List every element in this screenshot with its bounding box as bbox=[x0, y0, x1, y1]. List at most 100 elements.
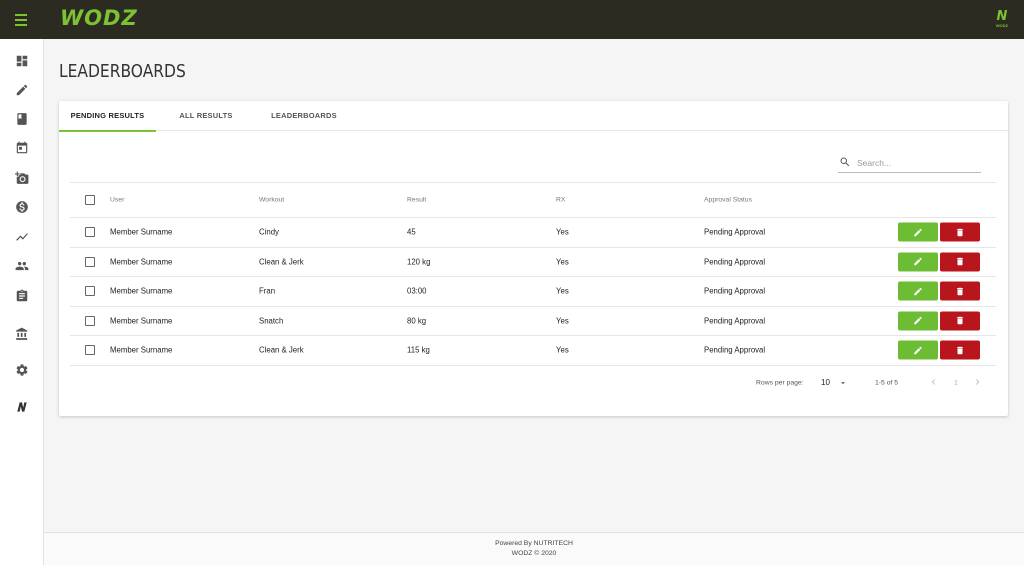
cell-user: Member Surname bbox=[110, 316, 173, 326]
table-row: Member Surname Fran 03:00 Yes Pending Ap… bbox=[70, 277, 996, 307]
cell-result: 03:00 bbox=[407, 286, 427, 296]
cell-rx: Yes bbox=[556, 286, 569, 296]
column-header-rx[interactable]: RX bbox=[556, 197, 565, 204]
hamburger-menu-icon[interactable] bbox=[10, 11, 32, 29]
cell-user: Member Surname bbox=[110, 257, 173, 267]
clipboard-icon[interactable] bbox=[14, 288, 30, 304]
row-checkbox[interactable] bbox=[85, 286, 95, 297]
dollar-icon[interactable] bbox=[14, 199, 30, 215]
cell-workout: Fran bbox=[259, 286, 276, 296]
pencil-icon[interactable] bbox=[14, 82, 30, 98]
edit-button[interactable] bbox=[898, 281, 938, 301]
people-icon[interactable] bbox=[14, 258, 30, 274]
book-icon[interactable] bbox=[14, 111, 30, 127]
cell-user: Member Surname bbox=[110, 345, 173, 355]
tab-bar: PENDING RESULTS ALL RESULTS LEADERBOARDS bbox=[59, 101, 1008, 132]
table-header-row: User Workout Result RX Approval Status bbox=[70, 183, 996, 218]
top-app-bar: WODZ N WODZ bbox=[0, 0, 1024, 39]
search-field bbox=[838, 153, 981, 173]
edit-button[interactable] bbox=[898, 252, 938, 272]
cell-approval-status: Pending Approval bbox=[704, 316, 766, 326]
page-title: LEADERBOARDS bbox=[59, 61, 186, 82]
add-photo-icon[interactable] bbox=[14, 170, 30, 186]
select-all-checkbox[interactable] bbox=[85, 195, 95, 205]
tab-leaderboards[interactable]: LEADERBOARDS bbox=[261, 101, 347, 131]
app-logo: WODZ bbox=[60, 6, 138, 30]
delete-button[interactable] bbox=[940, 222, 980, 242]
rows-per-page-value: 10 bbox=[821, 378, 830, 388]
settings-icon[interactable] bbox=[14, 362, 30, 378]
column-header-approval-status[interactable]: Approval Status bbox=[704, 197, 752, 204]
delete-button[interactable] bbox=[940, 252, 980, 272]
table-row: Member Surname Cindy 45 Yes Pending Appr… bbox=[70, 218, 996, 248]
row-checkbox[interactable] bbox=[85, 256, 95, 267]
trash-icon bbox=[957, 317, 963, 325]
delete-button[interactable] bbox=[940, 281, 980, 301]
trending-icon[interactable] bbox=[14, 229, 30, 245]
cell-approval-status: Pending Approval bbox=[704, 257, 766, 267]
prev-page-button[interactable] bbox=[928, 377, 939, 390]
cell-approval-status: Pending Approval bbox=[704, 227, 766, 237]
table-row: Member Surname Snatch 80 kg Yes Pending … bbox=[70, 307, 996, 336]
sidebar bbox=[0, 39, 44, 565]
dropdown-arrow-icon bbox=[841, 382, 846, 385]
cell-rx: Yes bbox=[556, 316, 569, 326]
trash-icon bbox=[957, 346, 963, 354]
calendar-icon[interactable] bbox=[14, 140, 30, 156]
next-page-button[interactable] bbox=[972, 377, 983, 390]
delete-button[interactable] bbox=[940, 340, 980, 360]
chevron-left-icon bbox=[931, 379, 936, 385]
column-header-user[interactable]: User bbox=[110, 197, 124, 204]
cell-result: 120 kg bbox=[407, 257, 431, 267]
footer-powered-by: Powered By NUTRITECH bbox=[495, 540, 573, 547]
table-row: Member Surname Clean & Jerk 115 kg Yes P… bbox=[70, 336, 996, 366]
cell-rx: Yes bbox=[556, 227, 569, 237]
cell-rx: Yes bbox=[556, 257, 569, 267]
cell-workout: Cindy bbox=[259, 227, 279, 237]
cell-result: 115 kg bbox=[407, 345, 430, 355]
cell-workout: Clean & Jerk bbox=[259, 257, 304, 267]
pencil-icon bbox=[914, 287, 922, 295]
delete-button[interactable] bbox=[940, 311, 980, 331]
results-table: User Workout Result RX Approval Status M… bbox=[70, 182, 996, 366]
column-header-result[interactable]: Result bbox=[407, 197, 426, 204]
pencil-icon bbox=[914, 316, 922, 325]
cell-approval-status: Pending Approval bbox=[704, 345, 766, 355]
bank-icon[interactable] bbox=[14, 326, 30, 342]
edit-button[interactable] bbox=[898, 222, 938, 242]
table-row: Member Surname Clean & Jerk 120 kg Yes P… bbox=[70, 248, 996, 277]
corner-brand-logo: N WODZ bbox=[994, 10, 1010, 30]
cell-result: 45 bbox=[407, 227, 416, 237]
row-checkbox[interactable] bbox=[85, 345, 95, 356]
column-header-workout[interactable]: Workout bbox=[259, 197, 284, 204]
search-input[interactable] bbox=[857, 155, 977, 170]
chevron-right-icon bbox=[975, 379, 980, 385]
edit-button[interactable] bbox=[898, 340, 938, 360]
cell-workout: Snatch bbox=[259, 316, 284, 326]
footer: Powered By NUTRITECH WODZ © 2020 bbox=[44, 532, 1024, 565]
row-checkbox[interactable] bbox=[85, 227, 95, 238]
pencil-icon bbox=[914, 228, 922, 236]
rows-per-page-select[interactable]: 10 bbox=[821, 378, 848, 388]
trash-icon bbox=[957, 258, 963, 266]
corner-logo-mark: N bbox=[996, 9, 1008, 24]
cell-user: Member Surname bbox=[110, 227, 173, 237]
n-logo-icon[interactable] bbox=[14, 399, 30, 415]
footer-copyright: WODZ © 2020 bbox=[511, 550, 557, 557]
dashboard-icon[interactable] bbox=[14, 53, 30, 69]
trash-icon bbox=[957, 228, 963, 236]
leaderboard-card: PENDING RESULTS ALL RESULTS LEADERBOARDS… bbox=[59, 101, 1008, 416]
cell-result: 80 kg bbox=[407, 316, 427, 326]
search-icon bbox=[840, 157, 850, 167]
row-checkbox[interactable] bbox=[85, 315, 95, 326]
cell-approval-status: Pending Approval bbox=[704, 286, 766, 296]
page-range: 1-5 of 5 bbox=[875, 379, 899, 387]
pencil-icon bbox=[914, 257, 922, 266]
trash-icon bbox=[957, 287, 963, 295]
pagination: Rows per page: 10 1-5 of 5 1 bbox=[59, 373, 1008, 393]
corner-logo-text: WODZ bbox=[995, 23, 1009, 28]
tab-all-results[interactable]: ALL RESULTS bbox=[166, 101, 246, 131]
tab-pending-results[interactable]: PENDING RESULTS bbox=[59, 101, 156, 132]
cell-workout: Clean & Jerk bbox=[259, 345, 304, 355]
edit-button[interactable] bbox=[898, 311, 938, 331]
